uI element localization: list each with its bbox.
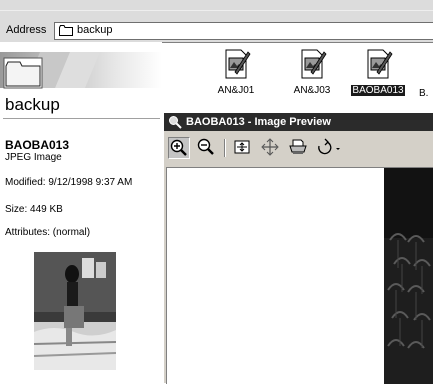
file-item[interactable]: B. bbox=[418, 48, 433, 104]
jpeg-file-icon bbox=[301, 49, 327, 79]
address-field[interactable]: backup bbox=[54, 22, 433, 40]
toolbar-separator bbox=[224, 139, 226, 157]
file-attributes: Attributes: (normal) bbox=[5, 227, 91, 238]
zoom-in-icon bbox=[170, 139, 187, 156]
file-item[interactable]: BAOBA013 bbox=[348, 48, 408, 104]
preview-photo-edge bbox=[384, 168, 433, 384]
print-button[interactable] bbox=[288, 137, 310, 159]
actual-size-button[interactable] bbox=[260, 137, 282, 159]
toolbar-strip bbox=[0, 0, 433, 21]
preview-title: BAOBA013 - Image Preview bbox=[186, 116, 331, 128]
address-value: backup bbox=[77, 24, 113, 36]
address-label: Address bbox=[6, 24, 47, 36]
info-pane: backup BAOBA013 JPEG Image Modified: 9/1… bbox=[0, 42, 162, 382]
actual-size-icon bbox=[261, 138, 279, 156]
file-name: BAOBA013 bbox=[5, 138, 70, 152]
zoom-out-button[interactable] bbox=[196, 137, 218, 159]
zoom-out-icon bbox=[197, 138, 214, 155]
file-label: BAOBA013 bbox=[351, 85, 405, 96]
folder-title: backup bbox=[5, 95, 60, 114]
jpeg-file-icon bbox=[367, 49, 393, 79]
preview-titlebar[interactable]: BAOBA013 - Image Preview bbox=[164, 113, 433, 131]
best-fit-button[interactable] bbox=[232, 137, 254, 159]
print-icon bbox=[289, 139, 307, 154]
rotate-icon bbox=[318, 138, 340, 155]
rotate-button[interactable] bbox=[314, 137, 344, 159]
file-label: AN&J03 bbox=[293, 85, 331, 96]
image-preview-window[interactable]: BAOBA013 - Image Preview bbox=[163, 112, 433, 384]
preview-toolbar bbox=[164, 131, 433, 165]
address-bar: Address backup bbox=[0, 20, 433, 43]
file-item[interactable]: AN&J03 bbox=[282, 48, 342, 104]
file-size: Size: 449 KB bbox=[5, 204, 63, 215]
jpeg-file-icon bbox=[225, 49, 251, 79]
file-type: JPEG Image bbox=[5, 152, 62, 163]
image-thumbnail bbox=[34, 252, 116, 370]
folder-icon bbox=[59, 25, 73, 36]
file-label: B. bbox=[419, 88, 429, 99]
magnifier-icon bbox=[169, 116, 182, 129]
file-modified: Modified: 9/12/1998 9:37 AM bbox=[5, 177, 133, 188]
zoom-in-button[interactable] bbox=[168, 137, 190, 159]
divider bbox=[3, 118, 160, 119]
file-label: AN&J01 bbox=[217, 85, 255, 96]
best-fit-icon bbox=[234, 140, 250, 154]
file-item[interactable]: AN&J01 bbox=[206, 48, 266, 104]
preview-image[interactable] bbox=[166, 167, 433, 384]
